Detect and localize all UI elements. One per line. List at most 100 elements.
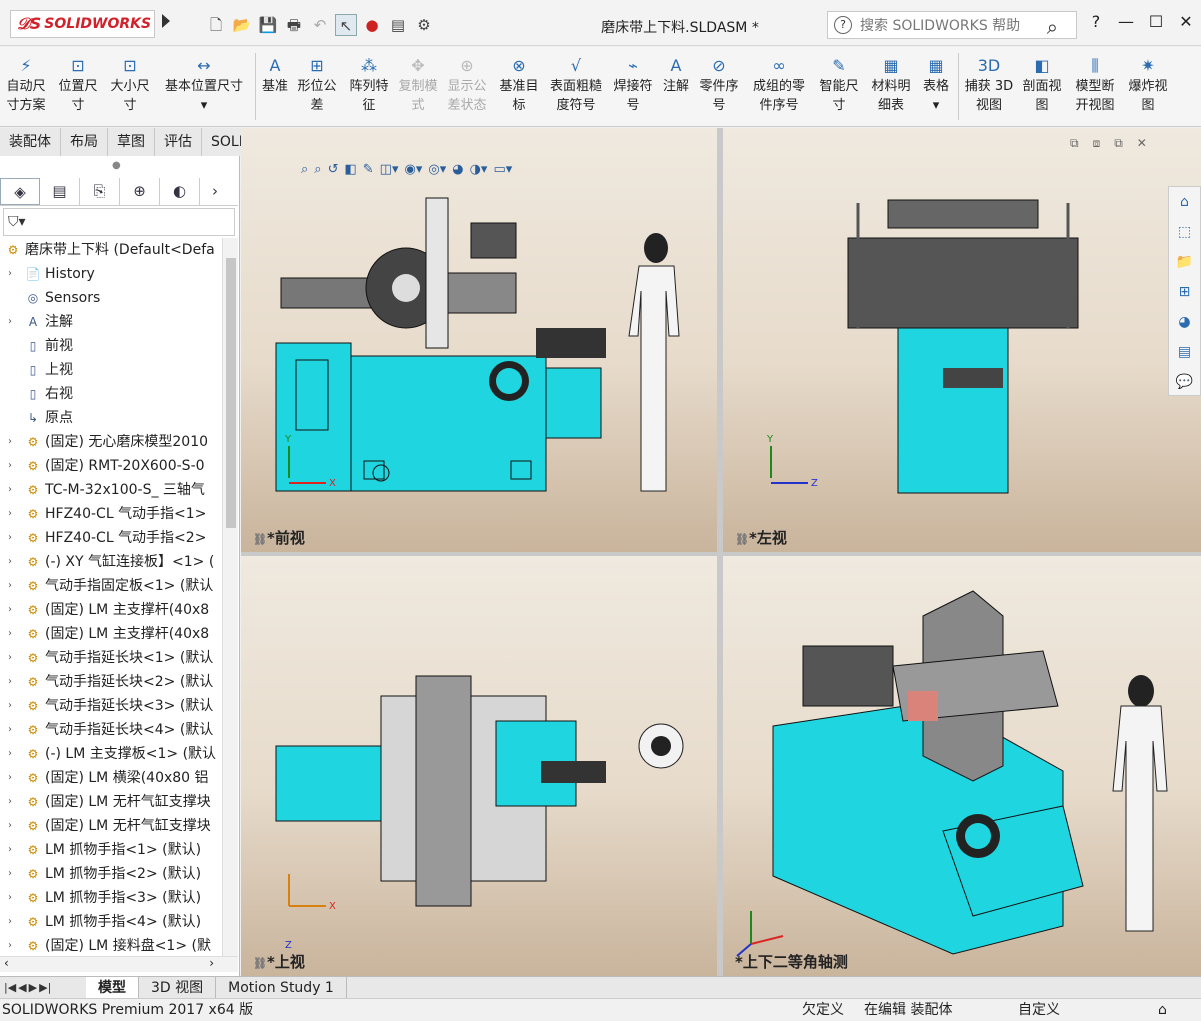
ribbon-gtol-button[interactable]: ⊞ 形位公差 bbox=[291, 47, 343, 126]
save-icon[interactable]: 💾 bbox=[257, 14, 279, 36]
expand-arrow-icon[interactable]: › bbox=[8, 646, 16, 670]
ribbon-balloon-button[interactable]: ⊘ 零件序号 bbox=[693, 47, 745, 126]
configuration-manager-tab-icon[interactable]: ⎘ bbox=[80, 178, 120, 205]
expand-arrow-icon[interactable]: › bbox=[8, 718, 16, 742]
ribbon-size-dim-button[interactable]: ⊡ 大小尺寸 bbox=[104, 47, 156, 126]
viewport-left[interactable]: Y Z ⛓*左视 bbox=[723, 128, 1201, 552]
tree-item[interactable]: › ⚙ LM 抓物手指<4> (默认) bbox=[0, 910, 222, 934]
hide-show-icon[interactable]: ◎▾ bbox=[428, 162, 446, 177]
tree-item[interactable]: › ⚙ (固定) LM 主支撑杆(40x8 bbox=[0, 598, 222, 622]
tree-item[interactable]: › 📄 History bbox=[0, 262, 222, 286]
scroll-left-icon[interactable]: ‹ bbox=[4, 956, 9, 970]
forum-icon[interactable]: 💬 bbox=[1176, 367, 1193, 397]
cm-tab-0[interactable]: 装配体 bbox=[0, 128, 61, 156]
expand-arrow-icon[interactable]: › bbox=[8, 838, 16, 862]
file-explorer-icon[interactable]: 📁 bbox=[1176, 247, 1193, 277]
prev-tab-icon[interactable]: ◀ bbox=[18, 977, 26, 998]
tree-item[interactable]: › ⚙ 气动手指延长块<1> (默认 bbox=[0, 646, 222, 670]
menu-expand-icon[interactable] bbox=[162, 14, 170, 28]
first-tab-icon[interactable]: |◀ bbox=[4, 977, 16, 998]
dynamic-annotation-icon[interactable]: ✎ bbox=[363, 162, 374, 177]
expand-arrow-icon[interactable]: › bbox=[8, 478, 16, 502]
tree-item[interactable]: ◎ Sensors bbox=[0, 286, 222, 310]
tree-item[interactable]: › ⚙ 气动手指延长块<4> (默认 bbox=[0, 718, 222, 742]
ribbon-auto-balloon-button[interactable]: ∞ 成组的零 件序号 bbox=[745, 47, 813, 126]
viewport-front[interactable]: ⌕ ⌕ ↺ ◧ ✎ ◫▾ ◉▾ ◎▾ ◕ ◑▾ ▭▾ Y X ⛓*前视 bbox=[241, 128, 719, 552]
tree-root[interactable]: ⚙ 磨床带上下料 (Default<Defa bbox=[0, 238, 222, 262]
tree-item[interactable]: ▯ 前视 bbox=[0, 334, 222, 358]
print-icon[interactable]: 🖶 bbox=[283, 14, 305, 36]
ribbon-show-tolerance-button[interactable]: ⊕ 显示公 差状态 bbox=[441, 47, 493, 126]
design-library-icon[interactable]: ⬚ bbox=[1178, 217, 1191, 247]
viewport-splitter-horizontal[interactable] bbox=[241, 552, 1201, 556]
tree-item[interactable]: › ⚙ (固定) 无心磨床模型2010 bbox=[0, 430, 222, 454]
help-button[interactable]: ? bbox=[1081, 12, 1111, 31]
ribbon-weld-symbol-button[interactable]: ⌁ 焊接符号 bbox=[607, 47, 659, 126]
select-pointer-icon[interactable]: ↖ bbox=[335, 14, 357, 36]
expand-arrow-icon[interactable]: › bbox=[8, 598, 16, 622]
expand-arrow-icon[interactable]: › bbox=[8, 910, 16, 934]
file-properties-icon[interactable]: ▤ bbox=[387, 14, 409, 36]
ribbon-datum-target-button[interactable]: ⊗ 基准目标 bbox=[493, 47, 545, 126]
expand-arrow-icon[interactable]: › bbox=[8, 262, 16, 286]
edit-appearance-icon[interactable]: ◕ bbox=[452, 162, 463, 177]
property-manager-tab-icon[interactable]: ▤ bbox=[40, 178, 80, 205]
close-button[interactable]: ✕ bbox=[1171, 12, 1201, 31]
panel-grip-icon[interactable]: ● bbox=[112, 160, 121, 171]
tree-item[interactable]: › A 注解 bbox=[0, 310, 222, 334]
next-tab-icon[interactable]: ▶ bbox=[29, 977, 37, 998]
ribbon-note-button[interactable]: A 注解 bbox=[659, 47, 693, 126]
appearances-icon[interactable]: ◕ bbox=[1178, 307, 1190, 337]
search-icon[interactable]: ⌕ bbox=[1047, 15, 1058, 39]
tree-item[interactable]: › ⚙ 气动手指固定板<1> (默认 bbox=[0, 574, 222, 598]
tree-item[interactable]: › ⚙ LM 抓物手指<3> (默认) bbox=[0, 886, 222, 910]
scroll-right-icon[interactable]: › bbox=[209, 956, 214, 970]
cm-tab-1[interactable]: 布局 bbox=[61, 128, 108, 156]
viewport-close-icon[interactable]: ✕ bbox=[1137, 136, 1147, 151]
home-icon[interactable]: ⌂ bbox=[1180, 187, 1189, 217]
undo-icon[interactable]: ↶ bbox=[309, 14, 331, 36]
expand-arrow-icon[interactable]: › bbox=[8, 502, 16, 526]
tree-item[interactable]: › ⚙ 气动手指延长块<3> (默认 bbox=[0, 694, 222, 718]
tree-item[interactable]: › ⚙ (-) LM 主支撑板<1> (默认 bbox=[0, 742, 222, 766]
expand-arrow-icon[interactable]: › bbox=[8, 862, 16, 886]
open-document-icon[interactable]: 📂 bbox=[231, 14, 253, 36]
tree-item[interactable]: › ⚙ (固定) LM 无杆气缸支撑块 bbox=[0, 814, 222, 838]
tree-item[interactable]: › ⚙ TC-M-32x100-S_ 三轴气 bbox=[0, 478, 222, 502]
ribbon-capture-3d-button[interactable]: 3D 捕获 3D 视图 bbox=[962, 47, 1016, 126]
ribbon-smart-dim-button[interactable]: ✎ 智能尺寸 bbox=[813, 47, 865, 126]
tree-filter-input[interactable]: ⛉▾ bbox=[3, 208, 235, 236]
previous-view-icon[interactable]: ↺ bbox=[328, 162, 339, 177]
ribbon-copy-scheme-button[interactable]: ✥ 复制模式 bbox=[395, 47, 441, 126]
expand-arrow-icon[interactable]: › bbox=[8, 574, 16, 598]
tree-item[interactable]: › ⚙ (固定) LM 横梁(40x80 铝 bbox=[0, 766, 222, 790]
view-orientation-icon[interactable]: ◫▾ bbox=[380, 162, 399, 177]
view-settings-icon[interactable]: ▭▾ bbox=[493, 162, 512, 177]
tree-item[interactable]: › ⚙ (-) XY 气缸连接板】<1> ( bbox=[0, 550, 222, 574]
ribbon-bom-button[interactable]: ▦ 材料明 细表 bbox=[865, 47, 917, 126]
cm-tab-3[interactable]: 评估 bbox=[155, 128, 202, 156]
graphics-area[interactable]: ⌕ ⌕ ↺ ◧ ✎ ◫▾ ◉▾ ◎▾ ◕ ◑▾ ▭▾ Y X ⛓*前视 Y Z … bbox=[241, 128, 1201, 976]
tree-item[interactable]: › ⚙ (固定) LM 主支撑杆(40x8 bbox=[0, 622, 222, 646]
tree-item[interactable]: › ⚙ HFZ40-CL 气动手指<2> bbox=[0, 526, 222, 550]
apply-scene-icon[interactable]: ◑▾ bbox=[470, 162, 488, 177]
ribbon-explode-view-button[interactable]: ✷ 爆炸视图 bbox=[1122, 47, 1174, 126]
expand-arrow-icon[interactable]: › bbox=[8, 886, 16, 910]
tree-item[interactable]: › ⚙ (固定) RMT-20X600-S-0 bbox=[0, 454, 222, 478]
viewport-tile-icon[interactable]: ⧉ bbox=[1114, 136, 1123, 151]
expand-arrow-icon[interactable]: › bbox=[8, 766, 16, 790]
zoom-fit-icon[interactable]: ⌕ bbox=[301, 162, 308, 177]
section-view-icon[interactable]: ◧ bbox=[344, 162, 356, 177]
viewport-restore-icon[interactable]: ⧉ bbox=[1070, 136, 1079, 151]
maximize-button[interactable]: ☐ bbox=[1141, 12, 1171, 31]
tab-motion-study[interactable]: Motion Study 1 bbox=[216, 977, 347, 998]
status-rebuild-icon[interactable]: ⌂ bbox=[1158, 999, 1167, 1021]
options-gear-icon[interactable]: ⚙ bbox=[413, 14, 435, 36]
tree-item[interactable]: › ⚙ HFZ40-CL 气动手指<1> bbox=[0, 502, 222, 526]
expand-arrow-icon[interactable]: › bbox=[8, 742, 16, 766]
ribbon-table-button[interactable]: ▦ 表格 ▾ bbox=[917, 47, 955, 126]
display-manager-tab-icon[interactable]: ◐ bbox=[160, 178, 200, 205]
solidworks-logo[interactable]: 𝒟S SOLIDWORKS bbox=[10, 10, 155, 38]
viewport-minimize-icon[interactable]: ⧈ bbox=[1093, 136, 1101, 151]
tab-model[interactable]: 模型 bbox=[86, 977, 139, 998]
